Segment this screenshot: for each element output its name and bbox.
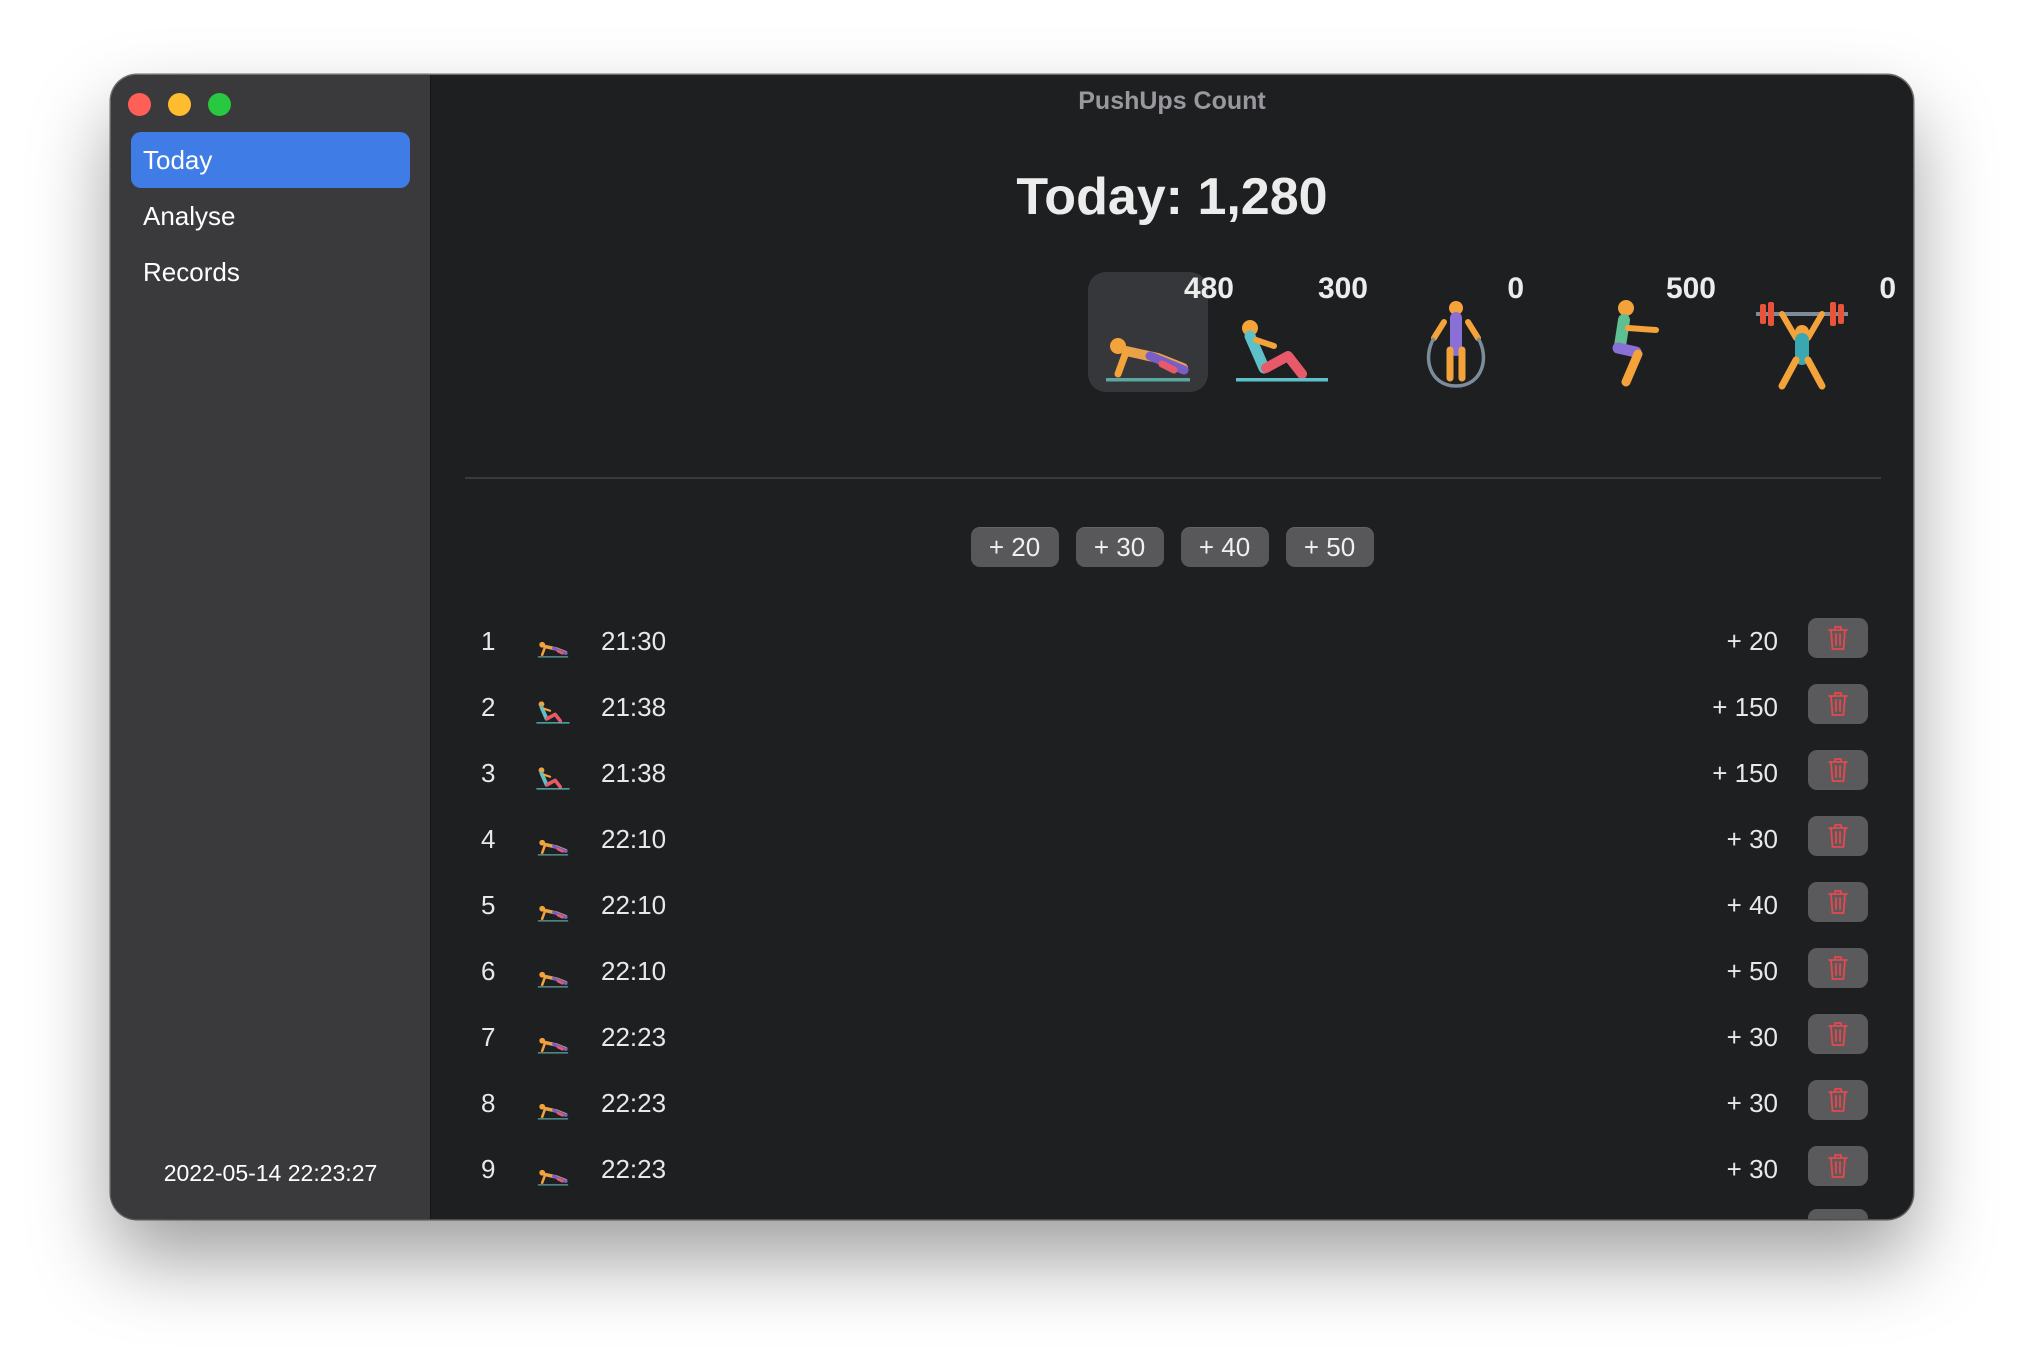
sidebar-item-analyse[interactable]: Analyse	[131, 188, 410, 244]
maximize-window-button[interactable]	[208, 93, 231, 116]
main-content: PushUps Count Today: 1,280 480 300 0 500…	[431, 75, 1913, 1219]
trash-icon	[1826, 1152, 1850, 1180]
exercise-count: 0	[1879, 272, 1896, 305]
add-40-button[interactable]: + 40	[1180, 527, 1269, 567]
record-index: 6	[481, 956, 496, 986]
list-item: 6 22:10 + 50	[431, 943, 1913, 1009]
pushup-icon	[529, 626, 577, 662]
record-amount: + 30	[1726, 824, 1778, 854]
record-index: 8	[481, 1088, 496, 1118]
record-time: 21:38	[601, 692, 667, 722]
squat-icon	[1580, 294, 1680, 394]
trash-icon	[1826, 822, 1850, 850]
record-amount: + 30	[1726, 1088, 1778, 1118]
list-item: 9 22:23 + 30	[431, 1141, 1913, 1207]
today-total: Today: 1,280	[1016, 168, 1328, 226]
add-30-button[interactable]: + 30	[1075, 527, 1164, 567]
record-time: 22:23	[601, 1154, 667, 1184]
delete-record-button[interactable]	[1808, 618, 1868, 658]
list-item: 2 21:38 + 150	[431, 679, 1913, 745]
record-time: 22:23	[601, 1022, 667, 1052]
exercise-weightlifting-button[interactable]: 0	[1742, 272, 1896, 394]
trash-icon	[1826, 1086, 1850, 1114]
delete-record-button[interactable]	[1808, 1146, 1868, 1186]
traffic-lights	[128, 93, 231, 116]
record-time: 22:10	[601, 890, 667, 920]
trash-icon	[1826, 624, 1850, 652]
list-item: 5 22:10 + 40	[431, 877, 1913, 943]
situp-icon	[529, 692, 577, 728]
pushup-icon	[529, 956, 577, 992]
exercise-situp-button[interactable]: 300	[1222, 272, 1368, 394]
list-item: 3 21:38 + 150	[431, 745, 1913, 811]
record-index: 2	[481, 692, 496, 722]
record-index: 5	[481, 890, 496, 920]
weightlifting-icon	[1752, 294, 1852, 394]
record-index: 7	[481, 1022, 496, 1052]
pushup-icon	[1098, 294, 1198, 394]
list-item: 4 22:10 + 30	[431, 811, 1913, 877]
record-time: 21:38	[601, 758, 667, 788]
record-amount: + 150	[1712, 758, 1778, 788]
record-amount: + 30	[1726, 1154, 1778, 1184]
sidebar: Today Analyse Records 2022-05-14 22:23:2…	[111, 75, 431, 1219]
divider	[465, 477, 1881, 479]
close-window-button[interactable]	[128, 93, 151, 116]
record-time: 22:10	[601, 824, 667, 854]
exercise-squat-button[interactable]: 500	[1570, 272, 1716, 394]
record-index: 9	[481, 1154, 496, 1184]
trash-icon	[1826, 1020, 1850, 1048]
list-item: 8 22:23 + 30	[431, 1075, 1913, 1141]
exercise-jump-rope-button[interactable]: 0	[1396, 272, 1524, 394]
record-time: 21:30	[601, 626, 667, 656]
sidebar-item-today[interactable]: Today	[131, 132, 410, 188]
quick-add-buttons: + 20 + 30 + 40 + 50	[431, 527, 1913, 567]
delete-record-button[interactable]	[1808, 948, 1868, 988]
exercise-count: 0	[1507, 272, 1524, 305]
exercise-pushup-button[interactable]: 480	[1088, 272, 1234, 394]
delete-record-button[interactable]	[1808, 1209, 1868, 1219]
sidebar-nav: Today Analyse Records	[131, 132, 410, 300]
trash-icon	[1826, 690, 1850, 718]
record-amount: + 40	[1726, 890, 1778, 920]
record-index: 1	[481, 626, 496, 656]
record-index: 4	[481, 824, 496, 854]
situp-icon	[529, 758, 577, 794]
list-item: 7 22:23 + 30	[431, 1009, 1913, 1075]
window-title: PushUps Count	[1078, 87, 1266, 115]
trash-icon	[1826, 954, 1850, 982]
pushup-icon	[529, 824, 577, 860]
delete-record-button[interactable]	[1808, 1080, 1868, 1120]
delete-record-button[interactable]	[1808, 1014, 1868, 1054]
sidebar-item-records[interactable]: Records	[131, 244, 410, 300]
trash-icon	[1826, 888, 1850, 916]
current-datetime: 2022-05-14 22:23:27	[163, 1160, 378, 1186]
add-20-button[interactable]: + 20	[970, 527, 1059, 567]
situp-icon	[1232, 294, 1332, 394]
delete-record-button[interactable]	[1808, 882, 1868, 922]
record-index: 3	[481, 758, 496, 788]
add-50-button[interactable]: + 50	[1285, 527, 1374, 567]
record-time: 22:23	[601, 1088, 667, 1118]
jump-rope-icon	[1406, 294, 1506, 394]
list-item: 1 21:30 + 20	[431, 613, 1913, 679]
trash-icon	[1826, 756, 1850, 784]
delete-record-button[interactable]	[1808, 684, 1868, 724]
record-amount: + 20	[1726, 626, 1778, 656]
pushup-icon	[529, 1154, 577, 1190]
minimize-window-button[interactable]	[168, 93, 191, 116]
record-time: 22:10	[601, 956, 667, 986]
app-window: Today Analyse Records 2022-05-14 22:23:2…	[111, 75, 1913, 1219]
record-amount: + 50	[1726, 956, 1778, 986]
pushup-icon	[529, 890, 577, 926]
delete-record-button[interactable]	[1808, 816, 1868, 856]
records-list: 1 21:30 + 20 2 21:38 + 150 3 21:38 + 150	[431, 613, 1913, 1207]
delete-record-button[interactable]	[1808, 750, 1868, 790]
pushup-icon	[529, 1088, 577, 1124]
pushup-icon	[529, 1022, 577, 1058]
record-amount: + 30	[1726, 1022, 1778, 1052]
record-amount: + 150	[1712, 692, 1778, 722]
